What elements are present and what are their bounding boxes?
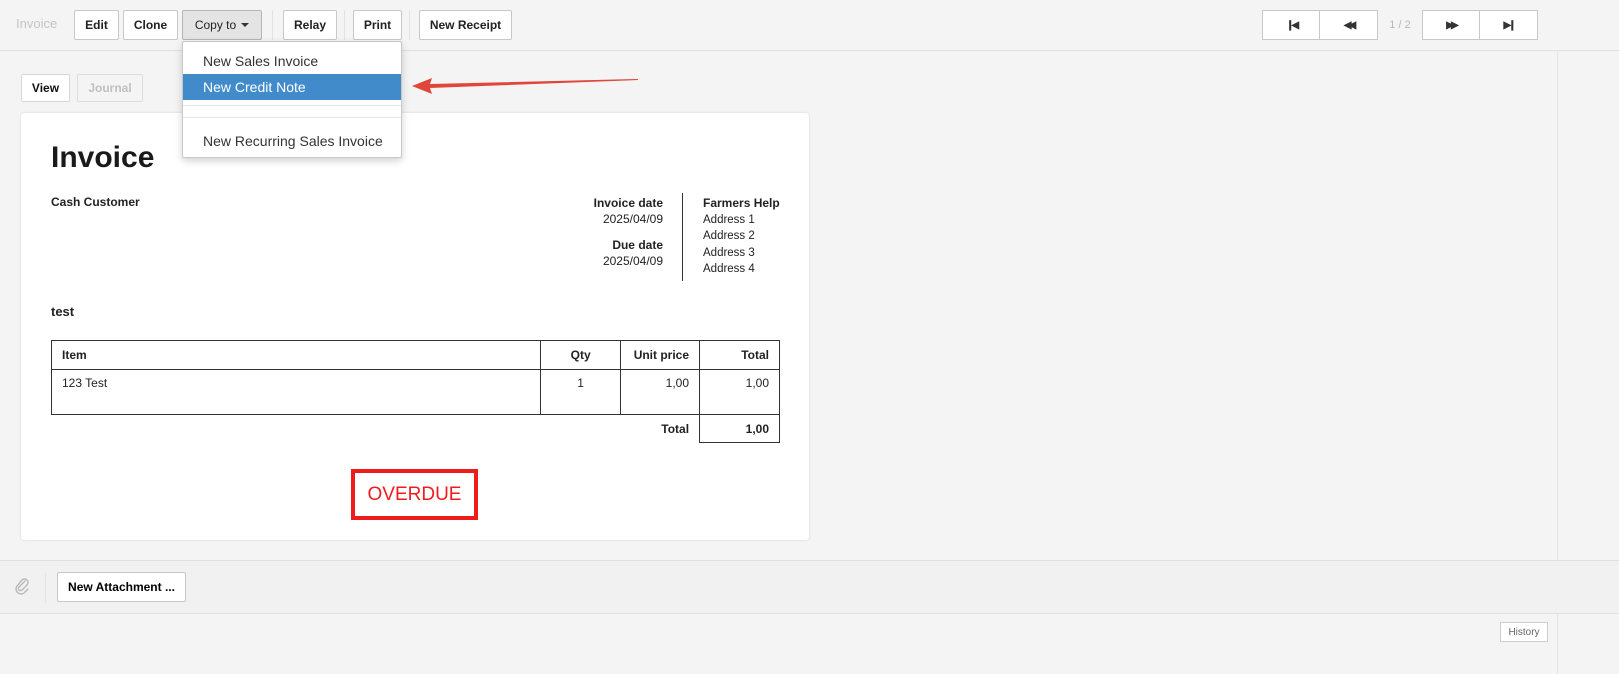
previous-record-button[interactable]: ◀◀ [1320, 10, 1378, 40]
first-record-button[interactable]: ❙◀ [1262, 10, 1320, 40]
toolbar-divider [409, 10, 410, 40]
relay-button[interactable]: Relay [283, 10, 337, 40]
annotation-arrow-icon [412, 78, 638, 94]
next-icon: ▶▶ [1446, 19, 1459, 31]
table-header-row: Item Qty Unit price Total [50, 340, 780, 370]
paperclip-icon [15, 578, 29, 595]
due-date-label: Due date [612, 238, 663, 252]
menu-item-new-sales-invoice[interactable]: New Sales Invoice [183, 48, 401, 74]
toolbar-divider [272, 10, 273, 40]
print-button[interactable]: Print [353, 10, 402, 40]
overdue-stamp: OVERDUE [351, 469, 478, 520]
invoice-title: Invoice [51, 141, 155, 174]
tab-view[interactable]: View [21, 74, 70, 102]
new-receipt-button[interactable]: New Receipt [419, 10, 512, 40]
page-indicator: 1 / 2 [1389, 19, 1411, 31]
column-header-unit-price: Unit price [620, 340, 701, 370]
table-total-row: Total 1,00 [52, 414, 780, 443]
page-title: Invoice [16, 16, 58, 31]
cell-qty: 1 [540, 369, 622, 415]
invoice-dates: Invoice date 2025/04/09 Due date 2025/04… [521, 195, 663, 269]
edit-button[interactable]: Edit [74, 10, 119, 40]
company-address-line: Address 3 [703, 246, 755, 259]
first-icon: ❙◀ [1285, 19, 1299, 31]
history-button[interactable]: History [1500, 622, 1548, 642]
invoice-date-label: Invoice date [593, 196, 663, 210]
menu-item-new-recurring-sales-invoice[interactable]: New Recurring Sales Invoice [183, 128, 401, 154]
column-header-item: Item [50, 340, 542, 370]
cell-total: 1,00 [699, 369, 780, 415]
menu-item-new-credit-note[interactable]: New Credit Note [183, 74, 401, 100]
next-record-button[interactable]: ▶▶ [1422, 10, 1480, 40]
invoice-date-value: 2025/04/09 [602, 212, 663, 226]
cell-unit-price: 1,00 [620, 369, 701, 415]
cell-item: 123 Test [50, 369, 542, 415]
invoice-document: Invoice Cash Customer Invoice date 2025/… [21, 113, 809, 540]
previous-icon: ◀◀ [1343, 19, 1357, 31]
attachments-bar [0, 560, 1619, 614]
chevron-down-icon [241, 23, 250, 27]
total-label: Total [661, 421, 690, 436]
company-address-line: Address 2 [703, 230, 755, 242]
table-row: 123 Test 1 1,00 1,00 [50, 369, 780, 415]
menu-divider [183, 117, 401, 118]
last-icon: ▶❙ [1503, 19, 1516, 31]
company-address-line: Address 1 [703, 213, 755, 226]
customer-name: Cash Customer [51, 195, 140, 209]
toolbar-divider [344, 10, 345, 40]
company-address-line: Address 4 [703, 263, 755, 275]
menu-divider [183, 105, 401, 106]
due-date-value: 2025/04/09 [602, 254, 663, 268]
copy-to-button[interactable]: Copy to [182, 10, 262, 40]
new-attachment-button[interactable]: New Attachment ... [57, 572, 186, 602]
copy-to-menu: New Sales Invoice New Credit Note New Re… [182, 41, 402, 158]
company-name: Farmers Help [703, 196, 780, 210]
last-record-button[interactable]: ▶❙ [1480, 10, 1538, 40]
invoice-description: test [51, 304, 75, 319]
clone-button[interactable]: Clone [123, 10, 178, 40]
attachments-divider [45, 573, 46, 603]
items-table: Item Qty Unit price Total 123 Test 1 1,0… [50, 340, 780, 443]
company-info: Farmers Help Address 1 Address 2 Address… [703, 195, 780, 278]
total-value: 1,00 [699, 414, 780, 443]
tab-journal[interactable]: Journal [77, 74, 143, 102]
column-header-qty: Qty [540, 340, 622, 370]
column-header-total: Total [699, 340, 780, 370]
record-navigation: ❙◀ ◀◀ 1 / 2 ▶▶ ▶❙ [1262, 10, 1538, 40]
copy-to-label: Copy to [194, 18, 237, 32]
header-divider [682, 193, 683, 281]
